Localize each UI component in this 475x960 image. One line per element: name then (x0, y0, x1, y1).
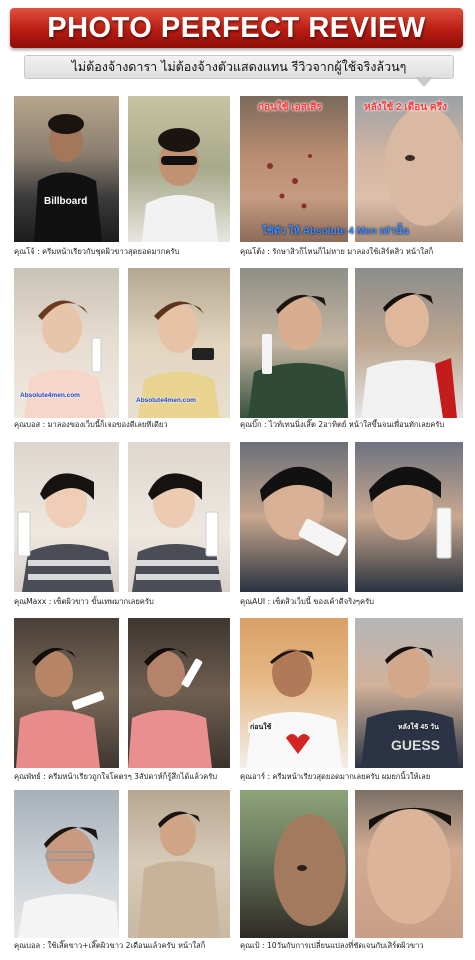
watermark-url: Absolute4men.com (136, 397, 196, 404)
review-photo: GUESS (355, 618, 463, 768)
before-small-label: ก่อนใช้ (248, 722, 274, 733)
pointer-arrow-icon (415, 77, 433, 87)
review-photo (128, 96, 230, 242)
review-photo (355, 268, 463, 418)
review-photo (240, 618, 348, 768)
person-silhouette-icon (246, 649, 342, 768)
review-photo (128, 790, 230, 938)
review-photo (128, 268, 230, 418)
after-label: หลังใช้ 2 เดือน ครึ่ง (364, 102, 447, 113)
subtitle-band: ไม่ต้องจ้างดารา ไม่ต้องจ้างตัวแสดงแทน รี… (24, 55, 454, 79)
review-caption: คุณบอส : มาลองของเว็บนี้ก็เจอของดีเลยทีเ… (14, 420, 168, 429)
review-caption: คุณอาร์ : ครีมหน้าเรียวสุดยอดมากเลยครับ … (240, 772, 431, 781)
review-photo (355, 790, 463, 938)
svg-text:Billboard: Billboard (44, 196, 87, 207)
person-silhouette-icon (385, 106, 463, 226)
after-small-label: หลังใช้ 45 วัน (398, 724, 439, 731)
review-photo (240, 268, 348, 418)
review-photo: Billboard (14, 96, 119, 242)
person-silhouette-icon (18, 826, 119, 938)
person-silhouette-icon (369, 466, 452, 559)
review-photo (128, 442, 230, 592)
review-caption: คุณเป้ : 10วันกับการเปลี่ยนแปลงที่ชัดเจน… (240, 941, 424, 950)
svg-text:GUESS: GUESS (391, 737, 440, 753)
person-silhouette-icon (248, 294, 348, 418)
review-caption: คุณพัทธ์ : ครีมหน้าเรียวถูกใจโคตรๆ 3สัปด… (14, 772, 218, 781)
review-photo (240, 442, 348, 592)
person-silhouette-icon (138, 811, 220, 938)
review-caption: คุณโจ้ : ครีมหน้าเรียวกับชุดผิวขาวสุดยอด… (14, 247, 180, 256)
person-silhouette-icon (138, 301, 220, 418)
skin-closeup-icon (267, 154, 312, 209)
person-silhouette-icon (128, 647, 212, 768)
before-label: ก่อนใช้ เอสเสิร (258, 102, 322, 113)
review-photo-after (355, 96, 463, 242)
watermark-url: Absolute4men.com (20, 392, 80, 399)
person-silhouette-icon (17, 473, 114, 592)
person-silhouette-icon (142, 128, 218, 242)
review-caption: คุณโต้ง : รักษาสิวก็ไหนก็ไม่หาย มาลองใช้… (240, 247, 434, 256)
person-silhouette-icon (16, 647, 105, 768)
review-photo (128, 618, 230, 768)
review-caption: คุณบิ๊ก : ไวท์เทนนิ่งเสิ๊ต 2อาทิตย์ หน้า… (240, 420, 445, 429)
page-title: PHOTO PERFECT REVIEW (47, 11, 426, 44)
claim-label: ใช้ตัว ให้ Absolute 4 Men เท่านั้น (262, 226, 409, 237)
title-banner: PHOTO PERFECT REVIEW (10, 8, 463, 48)
person-silhouette-icon: Billboard (34, 114, 102, 242)
review-photo-before (240, 96, 348, 242)
person-silhouette-icon: GUESS (361, 646, 459, 768)
review-caption: คุณบอล : ใช้เสิ๊ตขาว+เสิ๊ตผิวขาว 2เดือนแ… (14, 941, 206, 950)
review-page: { "banner": { "title": "PHOTO PERFECT RE… (0, 0, 475, 960)
person-silhouette-icon (260, 466, 347, 556)
review-photo (14, 618, 119, 768)
review-caption: คุณAUI : เซ็ตสิวเว็บนี้ ของเค้าดีจริงๆคร… (240, 597, 374, 606)
review-photo (14, 442, 119, 592)
review-photo (355, 442, 463, 592)
person-silhouette-icon (361, 292, 457, 418)
review-caption: คุณMaxx : เซ็ตผิวขาว ขั้นเทพมากเลยครับ (14, 597, 154, 606)
review-photo (14, 790, 119, 938)
person-silhouette-icon (274, 814, 346, 926)
review-photo (240, 790, 348, 938)
person-silhouette-icon (367, 807, 451, 924)
subtitle: ไม่ต้องจ้างดารา ไม่ต้องจ้างตัวแสดงแทน รี… (71, 59, 407, 74)
person-silhouette-icon (132, 473, 222, 592)
